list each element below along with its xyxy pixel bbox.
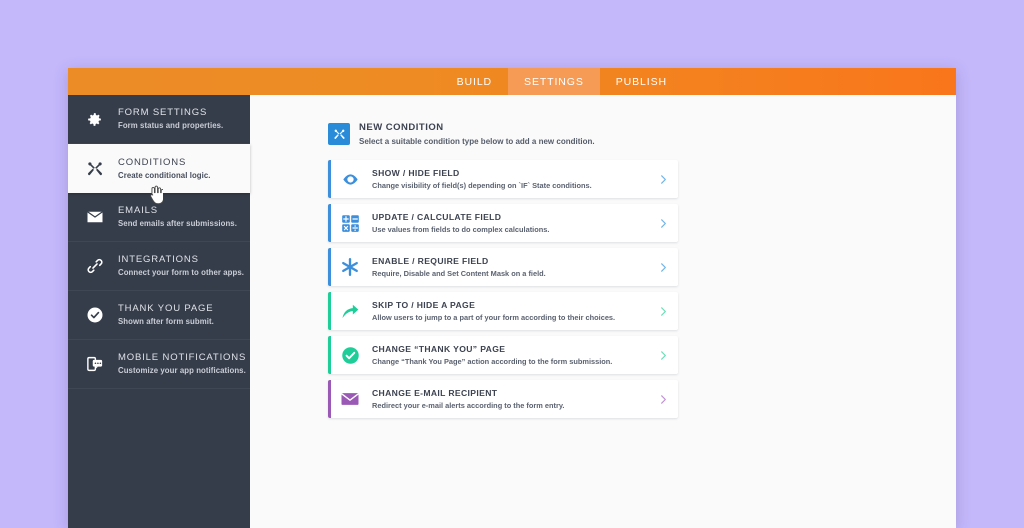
new-condition-text: NEW CONDITION Select a suitable conditio…	[359, 122, 595, 148]
sidebar-item-title: INTEGRATIONS	[118, 254, 199, 265]
sidebar-item-text: THANK YOU PAGE Shown after form submit.	[118, 303, 214, 327]
new-condition-header: NEW CONDITION Select a suitable conditio…	[328, 122, 956, 148]
sidebar-item-title: MOBILE NOTIFICATIONS	[118, 352, 247, 363]
card-text: SKIP TO / HIDE A PAGE Allow users to jum…	[372, 300, 648, 323]
asterisk-icon	[328, 257, 372, 277]
card-subtitle: Use values from fields to do complex cal…	[372, 224, 550, 234]
sidebar-item-subtitle: Create conditional logic.	[118, 170, 211, 180]
eye-icon	[328, 170, 372, 189]
sidebar-item-title: FORM SETTINGS	[118, 107, 208, 118]
card-accent-bar	[328, 160, 331, 198]
sidebar-item-integrations[interactable]: INTEGRATIONS Connect your form to other …	[68, 242, 250, 291]
sidebar-item-mobile-notifications[interactable]: MOBILE NOTIFICATIONS Customize your app …	[68, 340, 250, 389]
card-subtitle: Change visibility of field(s) depending …	[372, 180, 592, 190]
sidebar-item-text: INTEGRATIONS Connect your form to other …	[118, 254, 244, 278]
tab-publish[interactable]: PUBLISH	[600, 68, 683, 95]
condition-card-skip-to-hide-page[interactable]: SKIP TO / HIDE A PAGE Allow users to jum…	[328, 292, 678, 330]
mobile-notification-icon	[86, 355, 112, 373]
card-accent-bar	[328, 380, 331, 418]
condition-card-enable-require-field[interactable]: ENABLE / REQUIRE FIELD Require, Disable …	[328, 248, 678, 286]
card-subtitle: Allow users to jump to a part of your fo…	[372, 312, 616, 322]
sidebar-item-text: FORM SETTINGS Form status and properties…	[118, 107, 223, 131]
sidebar-item-title: EMAILS	[118, 205, 158, 216]
sidebar-item-subtitle: Send emails after submissions.	[118, 219, 237, 228]
sidebar-item-subtitle: Connect your form to other apps.	[118, 268, 245, 277]
sidebar-item-thank-you-page[interactable]: THANK YOU PAGE Shown after form submit.	[68, 291, 250, 340]
main-content: NEW CONDITION Select a suitable conditio…	[250, 95, 956, 528]
card-text: CHANGE E-MAIL RECIPIENT Redirect your e-…	[372, 388, 648, 411]
page-subtitle: Select a suitable condition type below t…	[359, 137, 595, 146]
card-title: CHANGE “THANK YOU” PAGE	[372, 343, 506, 354]
card-title: SKIP TO / HIDE A PAGE	[372, 299, 476, 310]
card-accent-bar	[328, 248, 331, 286]
sidebar-item-subtitle: Form status and properties.	[118, 121, 224, 130]
card-title: SHOW / HIDE FIELD	[372, 167, 460, 178]
chevron-right-icon[interactable]	[648, 217, 678, 230]
card-subtitle: Require, Disable and Set Content Mask on…	[372, 268, 546, 278]
tab-build[interactable]: BUILD	[441, 68, 508, 95]
chevron-right-icon[interactable]	[648, 261, 678, 274]
top-navigation-bar: BUILD SETTINGS PUBLISH	[68, 68, 956, 95]
card-title: UPDATE / CALCULATE FIELD	[372, 211, 502, 222]
gear-icon	[86, 111, 112, 128]
sidebar-item-emails[interactable]: EMAILS Send emails after submissions.	[68, 193, 250, 242]
envelope-icon	[328, 389, 372, 409]
check-circle-icon	[86, 306, 112, 324]
card-accent-bar	[328, 204, 331, 242]
sidebar-item-title: THANK YOU PAGE	[118, 303, 214, 314]
card-subtitle: Change “Thank You Page” action according…	[372, 356, 613, 366]
tools-icon	[328, 123, 350, 145]
card-title: ENABLE / REQUIRE FIELD	[372, 255, 489, 266]
card-title: CHANGE E-MAIL RECIPIENT	[372, 387, 498, 398]
page-title: NEW CONDITION	[359, 122, 444, 133]
card-accent-bar	[328, 336, 331, 374]
condition-card-show-hide-field[interactable]: SHOW / HIDE FIELD Change visibility of f…	[328, 160, 678, 198]
card-subtitle: Redirect your e-mail alerts according to…	[372, 400, 565, 410]
chevron-right-icon[interactable]	[648, 393, 678, 406]
calculator-icon	[328, 214, 372, 233]
sidebar-item-subtitle: Customize your app notifications.	[118, 366, 246, 375]
chain-link-icon	[86, 257, 112, 275]
app-window: BUILD SETTINGS PUBLISH FORM SETTINGS For…	[68, 68, 956, 528]
sidebar-item-subtitle: Shown after form submit.	[118, 317, 214, 326]
tools-icon	[86, 160, 112, 178]
card-text: SHOW / HIDE FIELD Change visibility of f…	[372, 168, 648, 191]
sidebar-item-conditions[interactable]: CONDITIONS Create conditional logic.	[68, 144, 250, 193]
sidebar-item-text: EMAILS Send emails after submissions.	[118, 205, 237, 229]
sidebar-item-form-settings[interactable]: FORM SETTINGS Form status and properties…	[68, 95, 250, 144]
chevron-right-icon[interactable]	[648, 305, 678, 318]
tab-settings[interactable]: SETTINGS	[508, 68, 600, 95]
check-circle-icon	[328, 346, 372, 365]
card-accent-bar	[328, 292, 331, 330]
sidebar-item-title: CONDITIONS	[118, 156, 187, 168]
condition-card-update-calculate-field[interactable]: UPDATE / CALCULATE FIELD Use values from…	[328, 204, 678, 242]
chevron-right-icon[interactable]	[648, 349, 678, 362]
card-text: ENABLE / REQUIRE FIELD Require, Disable …	[372, 256, 648, 279]
chevron-right-icon[interactable]	[648, 173, 678, 186]
card-text: UPDATE / CALCULATE FIELD Use values from…	[372, 212, 648, 235]
curved-arrow-icon	[328, 301, 372, 321]
window-body: FORM SETTINGS Form status and properties…	[68, 95, 956, 528]
condition-card-change-thank-you-page[interactable]: CHANGE “THANK YOU” PAGE Change “Thank Yo…	[328, 336, 678, 374]
settings-sidebar: FORM SETTINGS Form status and properties…	[68, 95, 250, 528]
sidebar-item-text: MOBILE NOTIFICATIONS Customize your app …	[118, 352, 246, 376]
condition-card-change-email-recipient[interactable]: CHANGE E-MAIL RECIPIENT Redirect your e-…	[328, 380, 678, 418]
sidebar-item-text: CONDITIONS Create conditional logic.	[118, 157, 211, 181]
card-text: CHANGE “THANK YOU” PAGE Change “Thank Yo…	[372, 344, 648, 367]
envelope-icon	[86, 208, 112, 226]
